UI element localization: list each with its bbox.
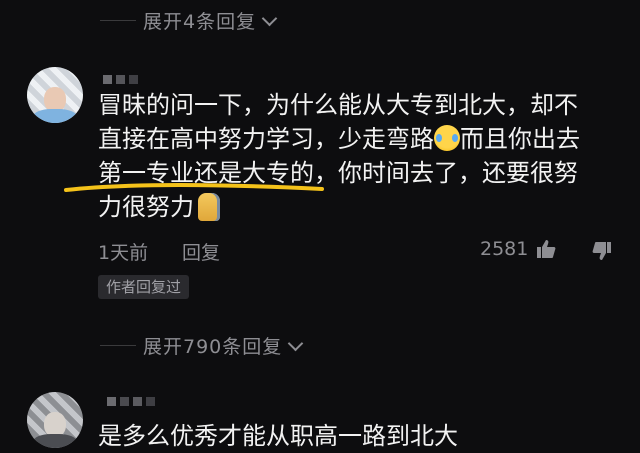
username-mosaic[interactable] <box>103 75 138 84</box>
comment-fragment: ，你时间去了，还要很努 <box>314 159 578 187</box>
comment-time: 1天前 <box>98 242 149 264</box>
chevron-down-icon <box>261 10 278 26</box>
avatar[interactable] <box>27 392 83 448</box>
mosaic-block <box>116 75 125 84</box>
like-count: 2581 <box>480 238 529 260</box>
comment-text: 是多么优秀才能从职高一路到北大 <box>98 422 458 450</box>
expand-replies-label[interactable]: 展开4条回复 <box>143 7 278 34</box>
author-replied-badge: 作者回复过 <box>98 275 190 299</box>
divider-line <box>100 19 136 21</box>
thumbs-up-icon[interactable] <box>536 239 556 259</box>
mosaic-block <box>120 397 129 406</box>
avatar-shirt <box>32 109 78 123</box>
yellow-underline-annotation <box>64 182 324 192</box>
expand-replies-label[interactable]: 展开790条回复 <box>143 332 304 359</box>
comment-fragment: 直接在高中努力学习，少走弯路 <box>98 125 434 153</box>
comment-line: 直接在高中努力学习，少走弯路 而且你出去 <box>98 122 623 156</box>
mosaic-block <box>129 75 138 84</box>
mosaic-block <box>107 397 116 406</box>
avatar-face <box>43 411 67 437</box>
comment-line: 冒昧的问一下，为什么能从大专到北大，却不 <box>98 91 578 119</box>
mosaic-block <box>133 397 142 406</box>
comment-text: 冒昧的问一下，为什么能从大专到北大，却不 直接在高中努力学习，少走弯路 而且你出去… <box>98 88 623 224</box>
chevron-down-icon <box>287 335 304 351</box>
avatar-shirt <box>32 434 78 448</box>
expand-replies-top[interactable]: 展开4条回复 <box>0 5 640 35</box>
expand-replies-text: 展开790条回复 <box>143 335 283 358</box>
username-mosaic[interactable] <box>107 397 155 406</box>
comment-fragment: 而且你出去 <box>460 125 580 153</box>
divider-line <box>100 344 136 346</box>
thumbs-down-icon[interactable] <box>592 241 612 261</box>
mosaic-block <box>146 397 155 406</box>
avatar-face <box>43 86 67 112</box>
reply-button[interactable]: 回复 <box>182 238 220 265</box>
laugh-cry-emoji-icon <box>434 125 460 151</box>
expand-replies-middle[interactable]: 展开790条回复 <box>0 330 640 360</box>
mosaic-block <box>103 75 112 84</box>
expand-replies-text: 展开4条回复 <box>143 10 257 33</box>
avatar[interactable] <box>27 67 83 123</box>
